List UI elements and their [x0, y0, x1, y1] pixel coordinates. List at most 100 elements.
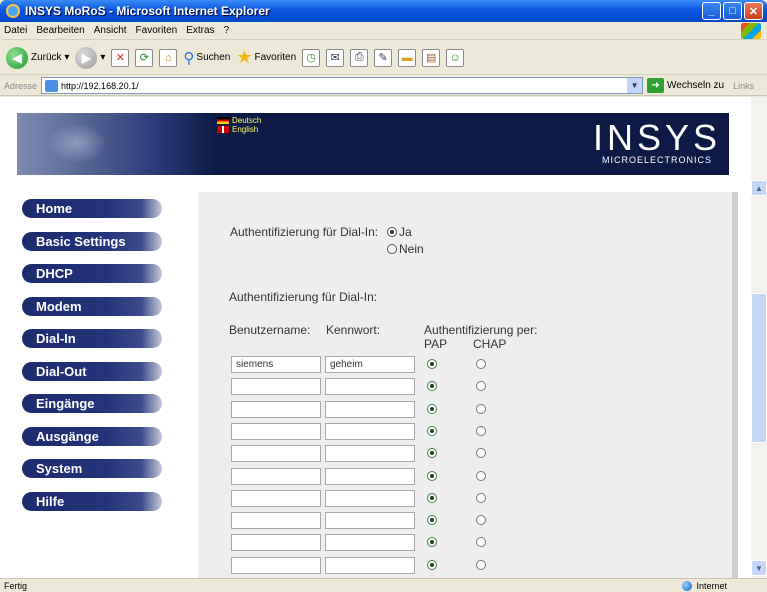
go-button[interactable]: ➜ Wechseln zu — [647, 78, 724, 93]
mail-icon[interactable]: ✉ — [326, 48, 345, 67]
password-input[interactable] — [325, 467, 415, 485]
pap-radio[interactable] — [427, 537, 437, 548]
username-input[interactable] — [231, 489, 321, 507]
stop-icon[interactable]: ✕ — [111, 48, 130, 67]
pap-radio[interactable] — [427, 448, 437, 459]
username-input[interactable]: siemens — [231, 356, 321, 373]
chap-radio[interactable] — [476, 515, 486, 526]
nav-eingaenge[interactable]: Eingänge — [22, 394, 162, 413]
nav-ausgaenge[interactable]: Ausgänge — [22, 426, 162, 446]
pap-radio[interactable] — [427, 425, 437, 436]
username-input[interactable] — [231, 400, 321, 418]
password-input[interactable] — [325, 534, 415, 552]
chap-radio[interactable] — [476, 559, 486, 570]
col-auth-header: Authentifizierung per: — [424, 323, 538, 337]
pap-radio[interactable] — [427, 559, 437, 570]
chap-radio[interactable] — [476, 359, 486, 369]
scroll-down-icon[interactable]: ▼ — [751, 560, 767, 576]
username-input[interactable] — [231, 445, 321, 463]
menu-favoriten[interactable]: Favoriten — [136, 25, 178, 36]
messenger-icon[interactable]: ☺ — [446, 48, 465, 67]
folder-icon[interactable]: ▬ — [398, 48, 417, 67]
username-input[interactable] — [231, 534, 321, 552]
nav-dial-in[interactable]: Dial-In — [22, 329, 162, 348]
chevron-down-icon[interactable]: ▼ — [627, 78, 643, 93]
go-label: Wechseln zu — [667, 80, 725, 91]
pap-radio[interactable] — [427, 381, 437, 392]
print-icon[interactable]: ⎙ — [350, 48, 369, 67]
chap-radio[interactable] — [476, 425, 486, 436]
opt-yes-label: Ja — [399, 225, 412, 239]
pap-radio[interactable] — [427, 515, 437, 526]
history-icon[interactable]: ◷ — [302, 48, 321, 67]
password-input[interactable] — [325, 556, 415, 574]
toolbar: ◀ Zurück ▾ ▶ ▾ ✕ ⟳ ⌂ ⚲ Suchen ★ Favoriten… — [0, 41, 767, 75]
nav-dial-out[interactable]: Dial-Out — [22, 361, 162, 381]
scroll-thumb[interactable] — [751, 293, 767, 443]
pap-radio[interactable] — [427, 403, 437, 414]
menu-bearbeiten[interactable]: Bearbeiten — [36, 25, 84, 36]
nav-dhcp[interactable]: DHCP — [22, 264, 162, 283]
menu-extras[interactable]: Extras — [186, 25, 214, 36]
radio-yes[interactable] — [387, 227, 397, 237]
links-button[interactable]: Links — [733, 81, 754, 91]
password-input[interactable] — [325, 400, 415, 418]
scroll-up-icon[interactable]: ▲ — [751, 180, 767, 196]
lang-en-label: English — [232, 125, 259, 134]
menu-ansicht[interactable]: Ansicht — [94, 25, 127, 36]
nav-basic-settings[interactable]: Basic Settings — [22, 231, 162, 251]
nav-system[interactable]: System — [22, 459, 162, 478]
chap-radio[interactable] — [476, 492, 486, 503]
search-button[interactable]: ⚲ Suchen — [183, 49, 230, 67]
password-input[interactable] — [325, 422, 415, 440]
auth-no-option[interactable]: Nein — [387, 242, 424, 256]
password-input[interactable] — [325, 445, 415, 463]
minimize-button[interactable]: _ — [702, 2, 721, 20]
nav-home[interactable]: Home — [22, 199, 162, 218]
pap-radio[interactable] — [427, 359, 437, 369]
username-input[interactable] — [231, 422, 321, 440]
username-input[interactable] — [231, 467, 321, 485]
research-icon[interactable]: ▤ — [422, 48, 441, 67]
page-icon — [45, 79, 59, 92]
username-input[interactable] — [231, 378, 321, 396]
address-input[interactable]: http://192.168.20.1/ ▼ — [41, 77, 644, 94]
username-input[interactable] — [231, 512, 321, 530]
status-text: Fertig — [4, 580, 28, 591]
menu-help[interactable]: ? — [224, 25, 230, 36]
password-input[interactable] — [325, 512, 415, 530]
go-arrow-icon: ➜ — [647, 78, 665, 93]
vertical-scrollbar[interactable]: ▲ ▼ — [751, 97, 767, 578]
refresh-icon[interactable]: ⟳ — [135, 48, 154, 67]
pap-radio[interactable] — [427, 492, 437, 503]
menu-bar: Datei Bearbeiten Ansicht Favoriten Extra… — [0, 22, 767, 40]
home-icon[interactable]: ⌂ — [159, 48, 178, 67]
edit-icon[interactable]: ✎ — [374, 48, 393, 67]
chap-radio[interactable] — [476, 470, 486, 481]
password-input[interactable] — [325, 378, 415, 396]
chap-radio[interactable] — [476, 537, 486, 548]
favorites-button[interactable]: ★ Favoriten — [236, 47, 296, 68]
auth-yes-option[interactable]: Ja — [387, 225, 412, 239]
password-input[interactable] — [325, 489, 415, 507]
radio-no[interactable] — [387, 244, 397, 254]
table-row — [231, 422, 419, 440]
close-button[interactable]: ✕ — [744, 2, 763, 20]
nav-hilfe[interactable]: Hilfe — [22, 491, 162, 511]
pap-radio[interactable] — [427, 470, 437, 481]
menu-datei[interactable]: Datei — [4, 25, 27, 36]
lang-de-link[interactable]: Deutsch — [217, 116, 261, 125]
nav-modem[interactable]: Modem — [22, 296, 162, 316]
chap-radio[interactable] — [476, 448, 486, 459]
logo-main: INSYS — [592, 117, 721, 158]
col-user-header: Benutzername: — [229, 323, 311, 337]
forward-button[interactable]: ▶ ▾ — [75, 46, 105, 69]
logo-sub: MICROELECTRONICS — [601, 155, 712, 165]
chap-radio[interactable] — [476, 381, 486, 392]
lang-en-link[interactable]: English — [217, 125, 258, 134]
password-input[interactable]: geheim — [325, 356, 415, 373]
username-input[interactable] — [231, 556, 321, 574]
maximize-button[interactable]: □ — [723, 2, 742, 20]
back-button[interactable]: ◀ Zurück ▾ — [6, 46, 69, 69]
chap-radio[interactable] — [476, 403, 486, 414]
